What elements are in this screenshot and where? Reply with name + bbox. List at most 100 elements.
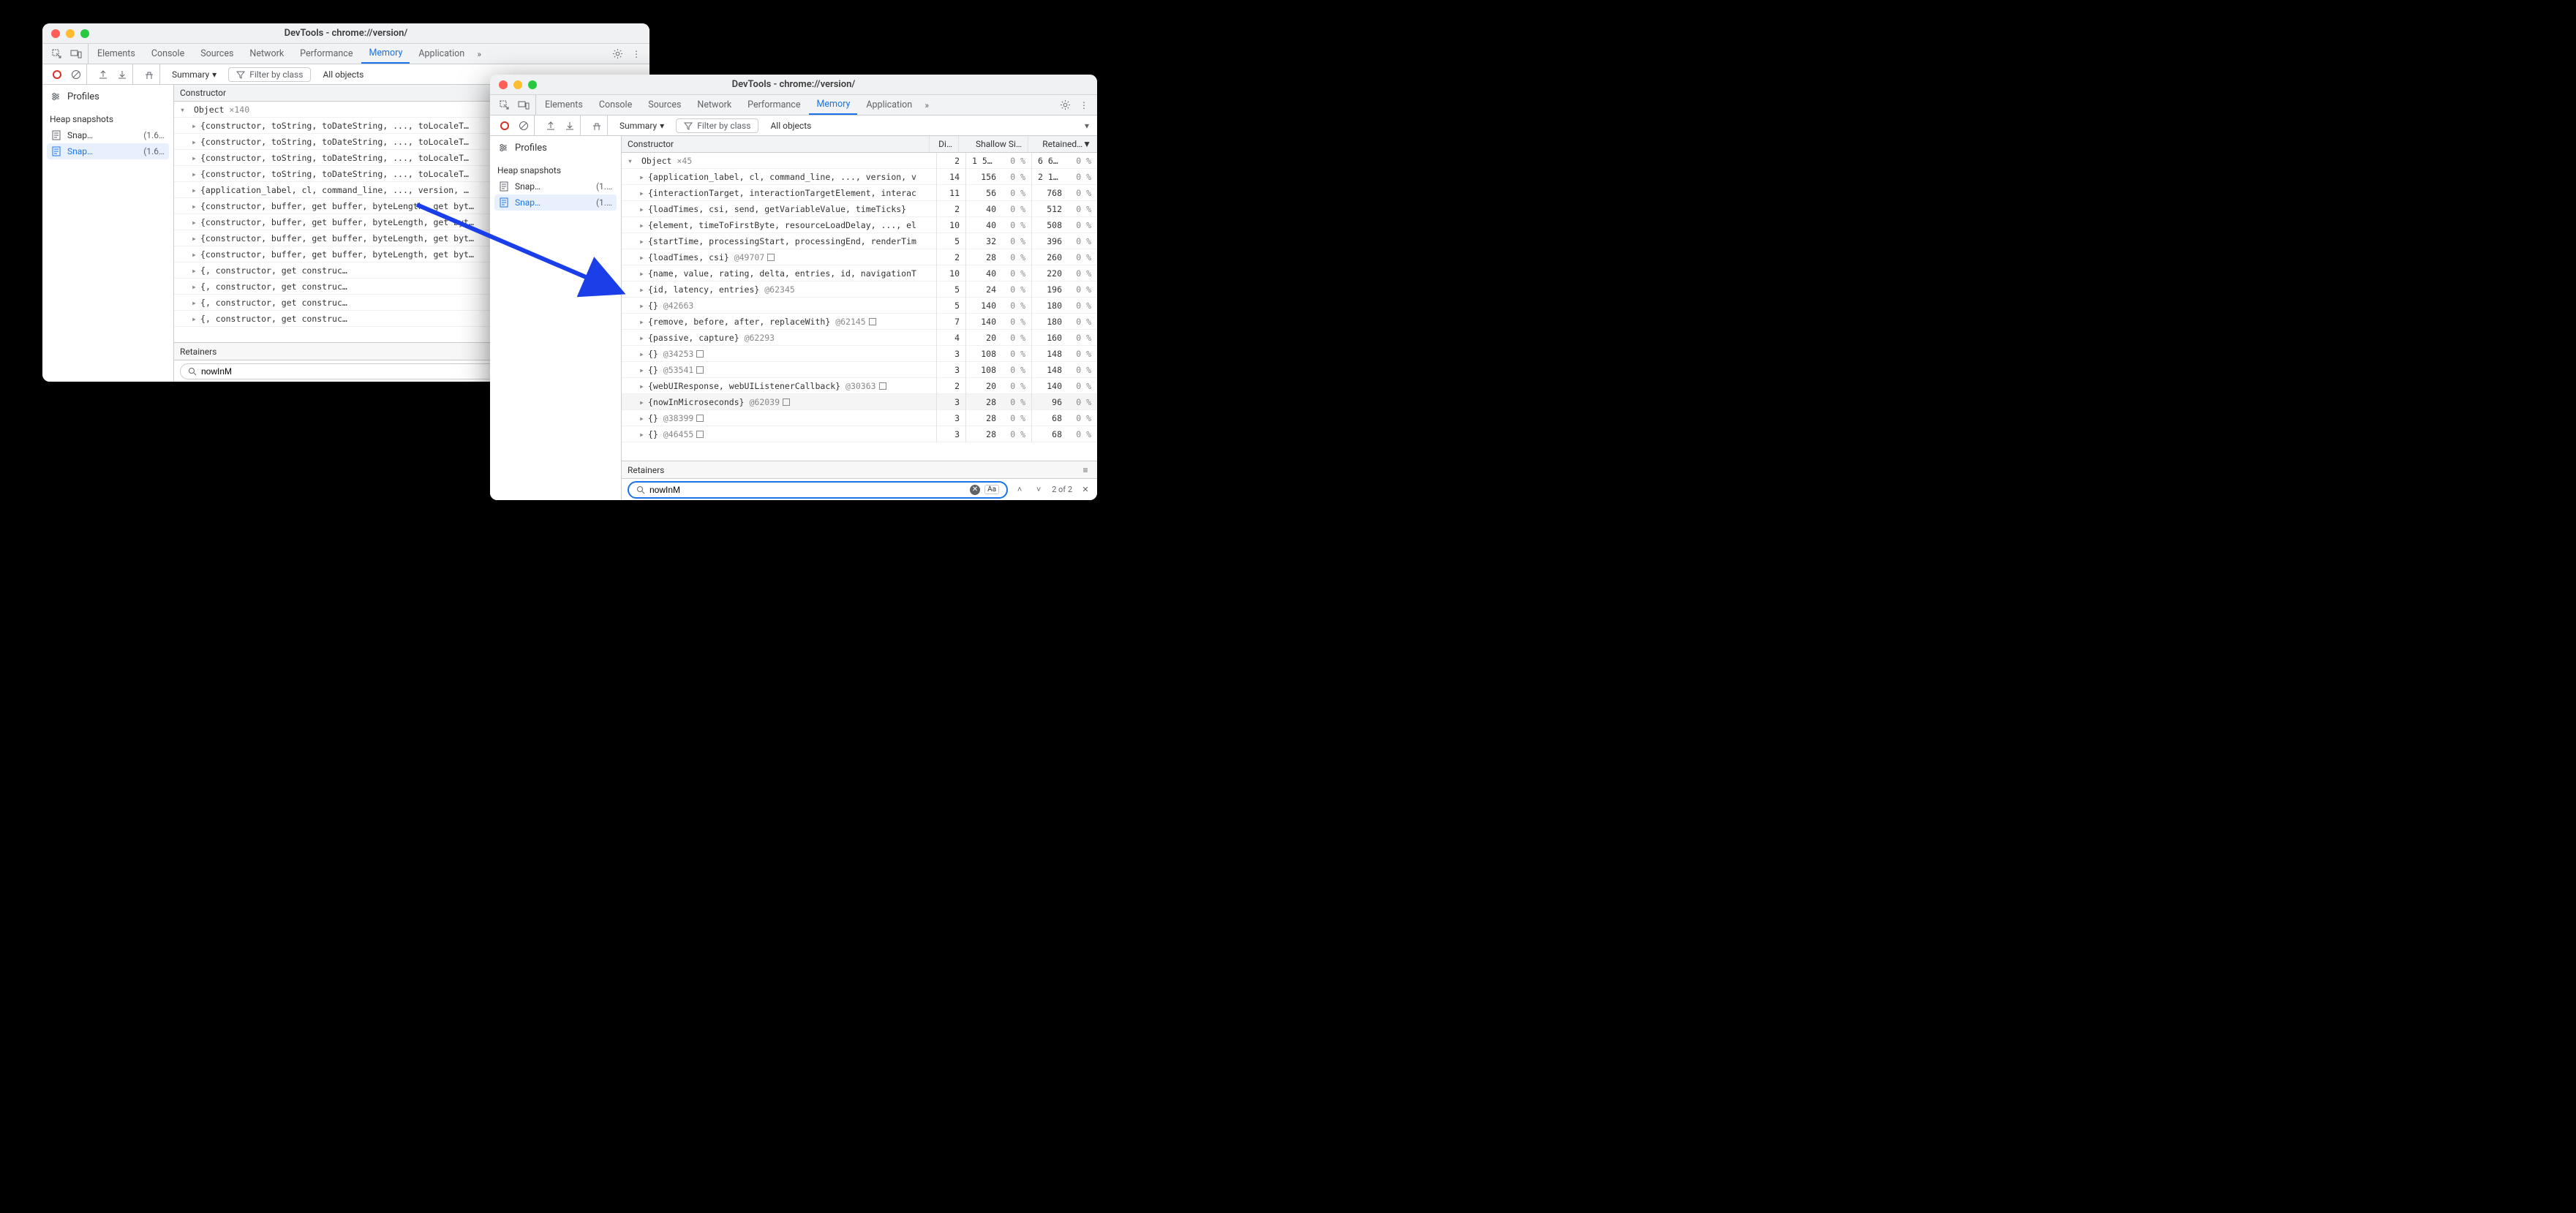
minimize-window-icon[interactable] (66, 29, 75, 38)
disclosure-icon[interactable] (192, 298, 199, 308)
prev-match-icon[interactable]: ˄ (1014, 484, 1025, 496)
zoom-window-icon[interactable] (528, 80, 537, 89)
download-icon[interactable] (116, 69, 128, 80)
disclosure-icon[interactable] (639, 268, 647, 279)
kebab-menu-icon[interactable]: ⋮ (630, 48, 642, 60)
disclosure-icon[interactable] (639, 349, 647, 359)
heap-row[interactable]: {interactionTarget, interactionTargetEle… (622, 185, 1097, 201)
heap-row[interactable]: {webUIResponse, webUIListenerCallback} @… (622, 378, 1097, 394)
tab-memory[interactable]: Memory (809, 95, 857, 115)
heap-row[interactable]: {application_label, cl, command_line, ..… (622, 169, 1097, 185)
disclosure-icon[interactable] (639, 413, 647, 423)
heap-row[interactable]: {element, timeToFirstByte, resourceLoadD… (622, 217, 1097, 233)
tab-sources[interactable]: Sources (193, 44, 241, 64)
class-filter[interactable]: Filter by class (228, 67, 311, 82)
snapshot-item[interactable]: Snap… (1.6… (47, 143, 169, 159)
disclosure-icon[interactable] (639, 204, 647, 214)
disclosure-icon[interactable] (192, 233, 199, 243)
search-input[interactable] (649, 485, 965, 495)
next-match-icon[interactable]: ˅ (1033, 484, 1044, 496)
record-icon[interactable] (51, 69, 63, 80)
more-tabs-icon[interactable]: » (473, 48, 485, 60)
snapshot-item[interactable]: Snap… (1.… (494, 194, 617, 211)
device-toggle-icon[interactable] (70, 48, 82, 60)
disclosure-icon[interactable] (192, 249, 199, 260)
disclosure-icon[interactable] (192, 121, 199, 131)
heap-row[interactable]: {} @53541 3 108 0 % 148 0 % (622, 362, 1097, 378)
scope-select[interactable]: All objects (764, 121, 817, 131)
chevron-down-icon[interactable]: ▾ (1081, 120, 1093, 132)
snapshot-item[interactable]: Snap… (1.… (490, 178, 621, 194)
heap-row[interactable]: {} @42663 5 140 0 % 180 0 % (622, 298, 1097, 314)
heap-row[interactable]: {remove, before, after, replaceWith} @62… (622, 314, 1097, 330)
scope-select[interactable]: All objects (317, 69, 369, 80)
disclosure-icon[interactable] (192, 265, 199, 276)
disclosure-icon[interactable] (639, 172, 647, 182)
disclosure-icon[interactable] (192, 281, 199, 292)
disclosure-icon[interactable] (628, 156, 635, 166)
close-search-icon[interactable]: ✕ (1080, 484, 1091, 496)
heap-row[interactable]: {passive, capture} @62293 4 20 0 % 160 0… (622, 330, 1097, 346)
tab-network[interactable]: Network (690, 95, 739, 115)
tab-memory[interactable]: Memory (361, 44, 410, 64)
disclosure-icon[interactable] (180, 105, 187, 115)
col-distance[interactable]: Di… (929, 136, 958, 152)
disclosure-icon[interactable] (192, 217, 199, 227)
clear-icon[interactable] (70, 69, 82, 80)
inspect-icon[interactable] (499, 99, 511, 111)
gear-icon[interactable] (1059, 99, 1071, 111)
tab-performance[interactable]: Performance (740, 95, 807, 115)
disclosure-icon[interactable] (639, 252, 647, 262)
disclosure-icon[interactable] (639, 381, 647, 391)
tab-console[interactable]: Console (592, 95, 639, 115)
disclosure-icon[interactable] (639, 236, 647, 246)
more-tabs-icon[interactable]: » (921, 99, 933, 111)
disclosure-icon[interactable] (639, 188, 647, 198)
kebab-menu-icon[interactable]: ⋮ (1078, 99, 1090, 111)
zoom-window-icon[interactable] (80, 29, 89, 38)
gear-icon[interactable] (611, 48, 623, 60)
disclosure-icon[interactable] (639, 365, 647, 375)
disclosure-icon[interactable] (192, 201, 199, 211)
snapshot-item[interactable]: Snap… (1.6… (42, 127, 173, 143)
heap-row[interactable]: {} @34253 3 108 0 % 148 0 % (622, 346, 1097, 362)
close-window-icon[interactable] (499, 80, 508, 89)
inspect-icon[interactable] (51, 48, 63, 60)
tab-application[interactable]: Application (859, 95, 919, 115)
col-shallow[interactable]: Shallow Si… (958, 136, 1028, 152)
gc-icon[interactable] (143, 69, 155, 80)
disclosure-icon[interactable] (192, 314, 199, 324)
download-icon[interactable] (564, 120, 576, 132)
record-icon[interactable] (499, 120, 511, 132)
tab-network[interactable]: Network (242, 44, 291, 64)
heap-row[interactable]: {} @38399 3 28 0 % 68 0 % (622, 410, 1097, 426)
disclosure-icon[interactable] (639, 301, 647, 311)
tab-sources[interactable]: Sources (641, 95, 688, 115)
disclosure-icon[interactable] (639, 397, 647, 407)
clear-search-icon[interactable]: ✕ (970, 485, 980, 495)
search-input-wrap[interactable]: ✕ Aa (628, 481, 1008, 499)
upload-icon[interactable] (545, 120, 557, 132)
heap-row[interactable]: {startTime, processingStart, processingE… (622, 233, 1097, 249)
tab-elements[interactable]: Elements (90, 44, 143, 64)
tab-elements[interactable]: Elements (538, 95, 590, 115)
object-parent-row[interactable]: Object ×45 2 1 556 0 % 6 616 0 % (622, 153, 1097, 169)
class-filter[interactable]: Filter by class (676, 118, 758, 133)
col-retained[interactable]: Retained…▼ (1028, 136, 1097, 152)
col-constructor[interactable]: Constructor (622, 136, 929, 152)
disclosure-icon[interactable] (639, 220, 647, 230)
gc-icon[interactable] (591, 120, 603, 132)
disclosure-icon[interactable] (192, 185, 199, 195)
disclosure-icon[interactable] (192, 137, 199, 147)
disclosure-icon[interactable] (639, 317, 647, 327)
clear-icon[interactable] (518, 120, 530, 132)
disclosure-icon[interactable] (192, 169, 199, 179)
heap-row[interactable]: {id, latency, entries} @62345 5 24 0 % 1… (622, 281, 1097, 298)
disclosure-icon[interactable] (639, 284, 647, 295)
tab-application[interactable]: Application (411, 44, 472, 64)
tab-console[interactable]: Console (144, 44, 192, 64)
disclosure-icon[interactable] (639, 429, 647, 439)
case-toggle[interactable]: Aa (984, 485, 999, 494)
view-select[interactable]: Summary ▾ (166, 69, 222, 80)
minimize-window-icon[interactable] (513, 80, 522, 89)
